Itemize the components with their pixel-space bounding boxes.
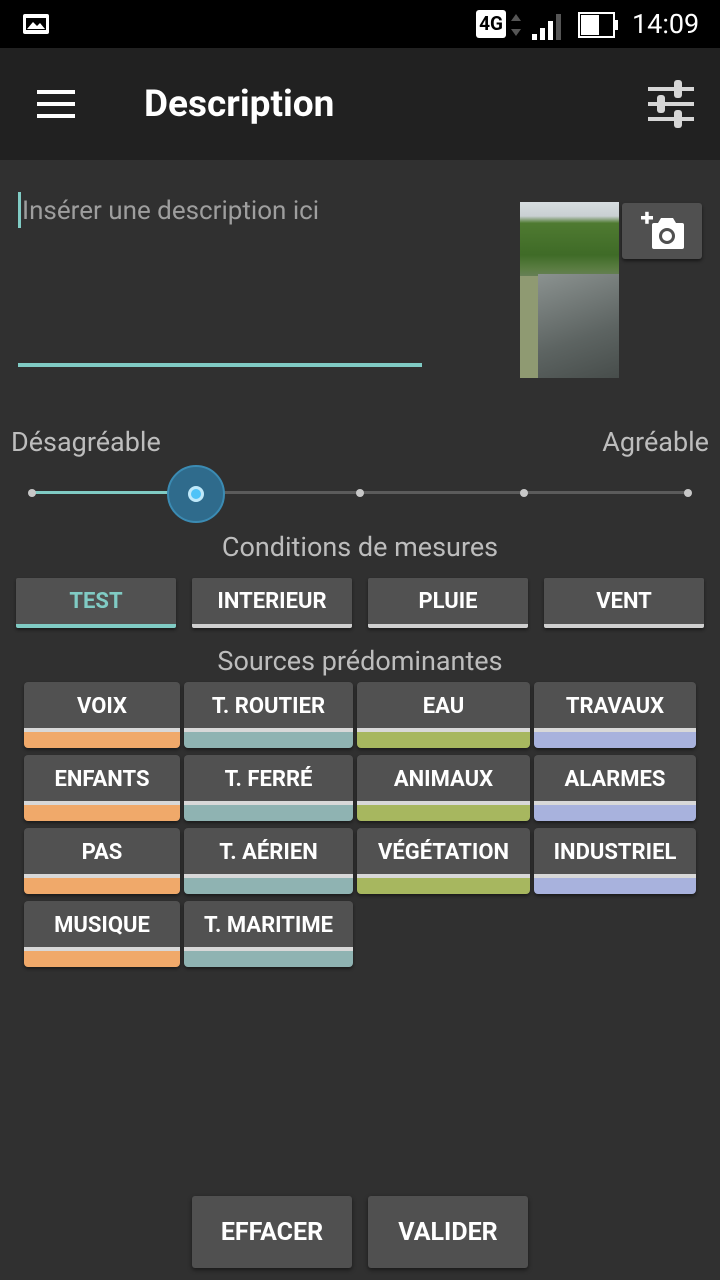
source-button-industriel[interactable]: INDUSTRIEL (534, 828, 696, 894)
source-color-bar (24, 951, 180, 967)
photo-road (538, 274, 619, 378)
condition-button-vent[interactable]: VENT (544, 578, 704, 628)
source-color-bar (24, 805, 180, 821)
slider-tick (520, 489, 528, 497)
condition-button-test[interactable]: TEST (16, 578, 176, 628)
pleasantness-slider[interactable] (28, 462, 692, 524)
description-input[interactable]: Insérer une description ici (18, 188, 422, 370)
source-label: ALARMES (534, 755, 696, 801)
clock: 14:09 (632, 8, 700, 40)
source-label: T. AÉRIEN (184, 828, 353, 874)
source-button-travaux[interactable]: TRAVAUX (534, 682, 696, 748)
app-bar: Description (0, 48, 720, 160)
source-color-bar (357, 732, 530, 748)
conditions-title: Conditions de mesures (221, 531, 499, 563)
source-button-animaux[interactable]: ANIMAUX (357, 755, 530, 821)
source-label: INDUSTRIEL (534, 828, 696, 874)
source-button-voix[interactable]: VOIX (24, 682, 180, 748)
submit-button[interactable]: VALIDER (368, 1196, 528, 1268)
slider-min-label: Désagréable (11, 426, 161, 458)
data-arrows-icon (511, 14, 521, 36)
network-type-badge: 4G (476, 10, 506, 38)
slider-tick (356, 489, 364, 497)
signal-icon (532, 14, 561, 40)
source-color-bar (184, 732, 353, 748)
page-title: Description (144, 83, 335, 126)
source-label: T. FERRÉ (184, 755, 353, 801)
text-cursor (18, 192, 21, 228)
source-color-bar (24, 878, 180, 894)
source-label: PAS (24, 828, 180, 874)
source-button-enfants[interactable]: ENFANTS (24, 755, 180, 821)
source-color-bar (357, 878, 530, 894)
source-button-vegetation[interactable]: VÉGÉTATION (357, 828, 530, 894)
filter-sliders-icon[interactable] (644, 78, 698, 130)
source-label: T. MARITIME (184, 901, 353, 947)
source-label: MUSIQUE (24, 901, 180, 947)
description-placeholder: Insérer une description ici (22, 196, 320, 226)
gallery-icon (23, 14, 49, 34)
source-color-bar (534, 732, 696, 748)
photo-thumbnail[interactable] (520, 202, 619, 378)
source-button-t-aerien[interactable]: T. AÉRIEN (184, 828, 353, 894)
add-photo-icon (641, 211, 684, 249)
clear-button[interactable]: EFFACER (192, 1196, 352, 1268)
source-label: VOIX (24, 682, 180, 728)
source-button-alarmes[interactable]: ALARMES (534, 755, 696, 821)
source-button-musique[interactable]: MUSIQUE (24, 901, 180, 967)
sources-title: Sources prédominantes (217, 645, 503, 677)
source-button-t-routier[interactable]: T. ROUTIER (184, 682, 353, 748)
source-button-eau[interactable]: EAU (357, 682, 530, 748)
source-button-t-maritime[interactable]: T. MARITIME (184, 901, 353, 967)
source-button-t-ferre[interactable]: T. FERRÉ (184, 755, 353, 821)
source-label: ENFANTS (24, 755, 180, 801)
status-bar: 4G 14:09 (0, 0, 720, 48)
input-underline (18, 363, 422, 367)
menu-icon[interactable] (34, 86, 78, 122)
source-color-bar (357, 805, 530, 821)
slider-thumb[interactable] (167, 465, 225, 523)
source-label: T. ROUTIER (184, 682, 353, 728)
source-label: EAU (357, 682, 530, 728)
condition-button-interieur[interactable]: INTERIEUR (192, 578, 352, 628)
source-color-bar (24, 732, 180, 748)
source-color-bar (184, 878, 353, 894)
source-label: TRAVAUX (534, 682, 696, 728)
slider-tick (684, 489, 692, 497)
source-button-pas[interactable]: PAS (24, 828, 180, 894)
source-label: ANIMAUX (357, 755, 530, 801)
slider-tick (28, 489, 36, 497)
battery-icon (578, 12, 618, 38)
source-color-bar (184, 805, 353, 821)
source-color-bar (534, 878, 696, 894)
slider-max-label: Agréable (602, 426, 709, 458)
condition-button-pluie[interactable]: PLUIE (368, 578, 528, 628)
source-color-bar (534, 805, 696, 821)
source-label: VÉGÉTATION (357, 828, 530, 874)
source-color-bar (184, 951, 353, 967)
add-photo-button[interactable] (622, 203, 702, 259)
